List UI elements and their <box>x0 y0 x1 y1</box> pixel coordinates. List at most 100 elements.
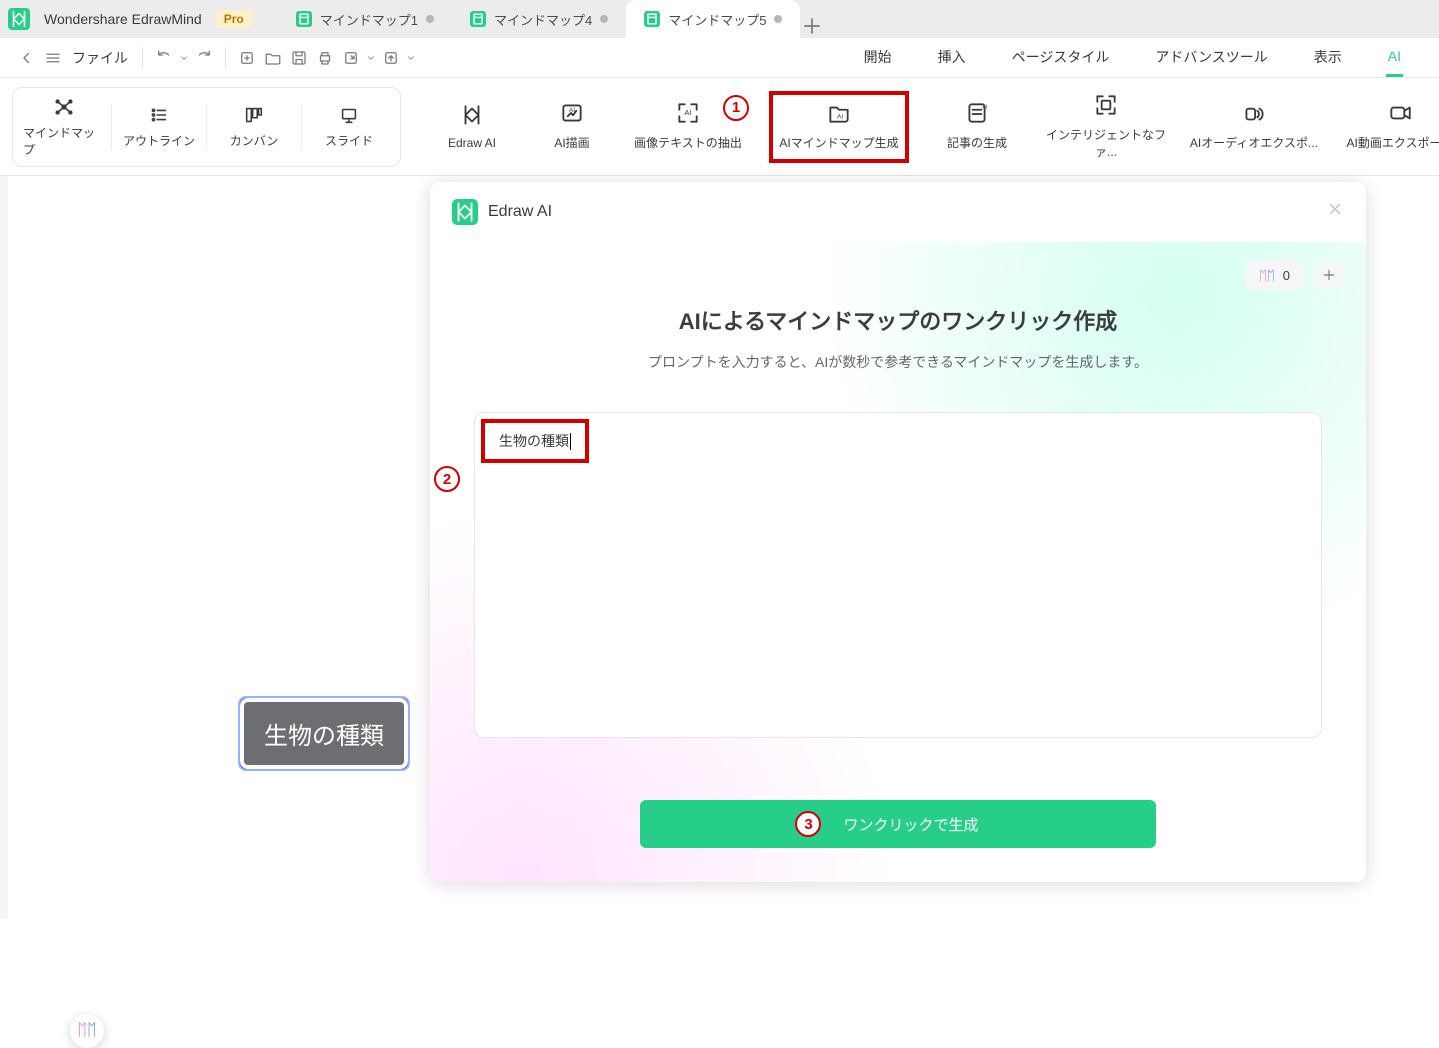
tab-doc-2[interactable]: マインドマップ4 <box>452 0 626 38</box>
intelligent-file-icon <box>1093 94 1119 116</box>
panel-logo-icon <box>452 199 478 225</box>
doc-icon <box>644 11 660 27</box>
close-button[interactable] <box>1326 200 1344 223</box>
view-mode-group: マインドマップ アウトライン カンバン スライド <box>12 87 401 167</box>
divider <box>225 47 226 69</box>
ai-fab-button[interactable]: ᛖᛖ <box>70 1014 104 1048</box>
ai-label: インテリジェントなファ... <box>1045 126 1167 160</box>
back-button[interactable] <box>14 45 40 71</box>
top-menu: 開始 挿入 ページスタイル アドバンスツール 表示 AI <box>862 38 1425 77</box>
ai-article-button[interactable]: AI 記事の生成 <box>931 91 1023 163</box>
annotation-marker-1: 1 <box>723 95 749 121</box>
tab-label: マインドマップ1 <box>320 10 418 29</box>
view-mindmap[interactable]: マインドマップ <box>23 96 105 158</box>
view-label: カンバン <box>230 132 279 149</box>
menu-ai[interactable]: AI <box>1386 42 1403 77</box>
ai-label: AIマインドマップ生成 <box>779 134 898 151</box>
selection-outline <box>238 696 410 771</box>
mindmap-root-node[interactable]: 生物の種類 <box>242 700 406 767</box>
credits-chip[interactable]: ᛖᛖ 0 <box>1245 260 1304 290</box>
new-tab-button[interactable] <box>800 14 824 38</box>
tab-label: マインドマップ4 <box>494 10 592 29</box>
ai-mindmap-generate-button[interactable]: AI AIマインドマップ生成 <box>769 91 909 163</box>
prompt-text: 生物の種類 <box>499 433 569 449</box>
share-dropdown[interactable] <box>404 45 418 71</box>
menu-display[interactable]: 表示 <box>1312 41 1344 77</box>
ai-label: 画像テキストの抽出 <box>634 134 742 151</box>
menu-pagestyle[interactable]: ページスタイル <box>1010 41 1112 77</box>
ai-intelligent-button[interactable]: インテリジェントなファ... <box>1045 91 1167 163</box>
view-label: アウトライン <box>123 132 195 149</box>
panel-header: Edraw AI <box>430 182 1366 242</box>
app-title: Wondershare EdrawMind <box>44 11 202 27</box>
view-outline[interactable]: アウトライン <box>118 96 200 158</box>
menu-bar: ファイル 開始 挿入 ページスタイル アドバンスツール 表示 AI <box>0 38 1439 78</box>
credits-icon: ᛖᛖ <box>1259 268 1275 283</box>
generate-button[interactable]: 3 ワンクリックで生成 <box>640 800 1156 848</box>
redo-button[interactable] <box>191 45 217 71</box>
unsaved-dot-icon <box>426 15 434 23</box>
ai-label: AI動画エクスポート <box>1347 134 1439 151</box>
undo-button[interactable] <box>151 45 177 71</box>
view-slides[interactable]: スライド <box>308 96 390 158</box>
menu-toggle-button[interactable] <box>40 45 66 71</box>
undo-dropdown[interactable] <box>177 45 191 71</box>
ai-label: Edraw AI <box>448 136 496 150</box>
divider <box>301 104 302 150</box>
view-kanban[interactable]: カンバン <box>213 96 295 158</box>
tab-doc-1[interactable]: マインドマップ1 <box>278 0 452 38</box>
export-button[interactable] <box>338 45 364 71</box>
prompt-highlight: 生物の種類 <box>481 419 589 463</box>
unsaved-dot-icon <box>774 15 782 23</box>
app-logo-icon <box>8 8 30 30</box>
unsaved-dot-icon <box>600 15 608 23</box>
article-icon: AI <box>964 102 990 124</box>
svg-text:AI: AI <box>684 108 691 117</box>
print-button[interactable] <box>312 45 338 71</box>
audio-export-icon <box>1241 102 1267 124</box>
new-doc-button[interactable] <box>234 45 260 71</box>
panel-title: Edraw AI <box>488 203 552 221</box>
picture-ai-icon: AI <box>559 102 585 124</box>
ai-video-export-button[interactable]: AI動画エクスポート <box>1341 91 1439 163</box>
doc-icon <box>296 11 312 27</box>
ai-label: AI描画 <box>554 134 589 151</box>
share-button[interactable] <box>378 45 404 71</box>
video-export-icon <box>1387 102 1413 124</box>
svg-text:AI: AI <box>837 113 843 120</box>
ai-audio-export-button[interactable]: AIオーディオエクスポ... <box>1189 91 1319 163</box>
open-button[interactable] <box>260 45 286 71</box>
menu-start[interactable]: 開始 <box>862 41 894 77</box>
pro-badge: Pro <box>216 10 252 28</box>
ai-edraw-button[interactable]: Edraw AI <box>429 91 515 163</box>
generate-label: ワンクリックで生成 <box>843 814 978 835</box>
sparkles-icon <box>459 104 485 126</box>
ribbon: マインドマップ アウトライン カンバン スライド Edraw AI AI AI描… <box>0 78 1439 176</box>
divider <box>142 47 143 69</box>
document-tabs: マインドマップ1 マインドマップ4 マインドマップ5 <box>278 0 825 38</box>
menu-insert[interactable]: 挿入 <box>936 41 968 77</box>
credits-area: ᛖᛖ 0 <box>1245 260 1344 290</box>
panel-subtitle: プロンプトを入力すると、AIが数秒で参考できるマインドマップを生成します。 <box>430 352 1366 372</box>
menu-advanced[interactable]: アドバンスツール <box>1153 41 1269 77</box>
doc-icon <box>470 11 486 27</box>
tab-doc-3[interactable]: マインドマップ5 <box>626 0 800 38</box>
view-label: スライド <box>325 132 373 149</box>
prompt-textarea[interactable]: 生物の種類 <box>474 412 1322 738</box>
panel-heading: AIによるマインドマップのワンクリック作成 <box>430 242 1366 336</box>
add-credits-button[interactable] <box>1314 260 1344 290</box>
tab-label: マインドマップ5 <box>668 10 766 29</box>
text-caret <box>570 433 571 450</box>
file-menu[interactable]: ファイル <box>72 48 128 68</box>
export-dropdown[interactable] <box>364 45 378 71</box>
ai-ocr-button[interactable]: 1 AI 画像テキストの抽出 <box>629 91 747 163</box>
annotation-marker-3: 3 <box>795 811 821 837</box>
ai-label: AIオーディオエクスポ... <box>1190 134 1318 151</box>
credits-value: 0 <box>1283 268 1290 283</box>
edraw-ai-panel: Edraw AI ᛖᛖ 0 AIによるマインドマップのワンクリック作成 プロンプ… <box>430 182 1366 882</box>
ai-draw-button[interactable]: AI AI描画 <box>537 91 607 163</box>
extract-text-icon: AI <box>675 102 701 124</box>
generate-map-icon: AI <box>826 102 852 124</box>
save-button[interactable] <box>286 45 312 71</box>
panel-body: ᛖᛖ 0 AIによるマインドマップのワンクリック作成 プロンプトを入力すると、A… <box>430 242 1366 882</box>
